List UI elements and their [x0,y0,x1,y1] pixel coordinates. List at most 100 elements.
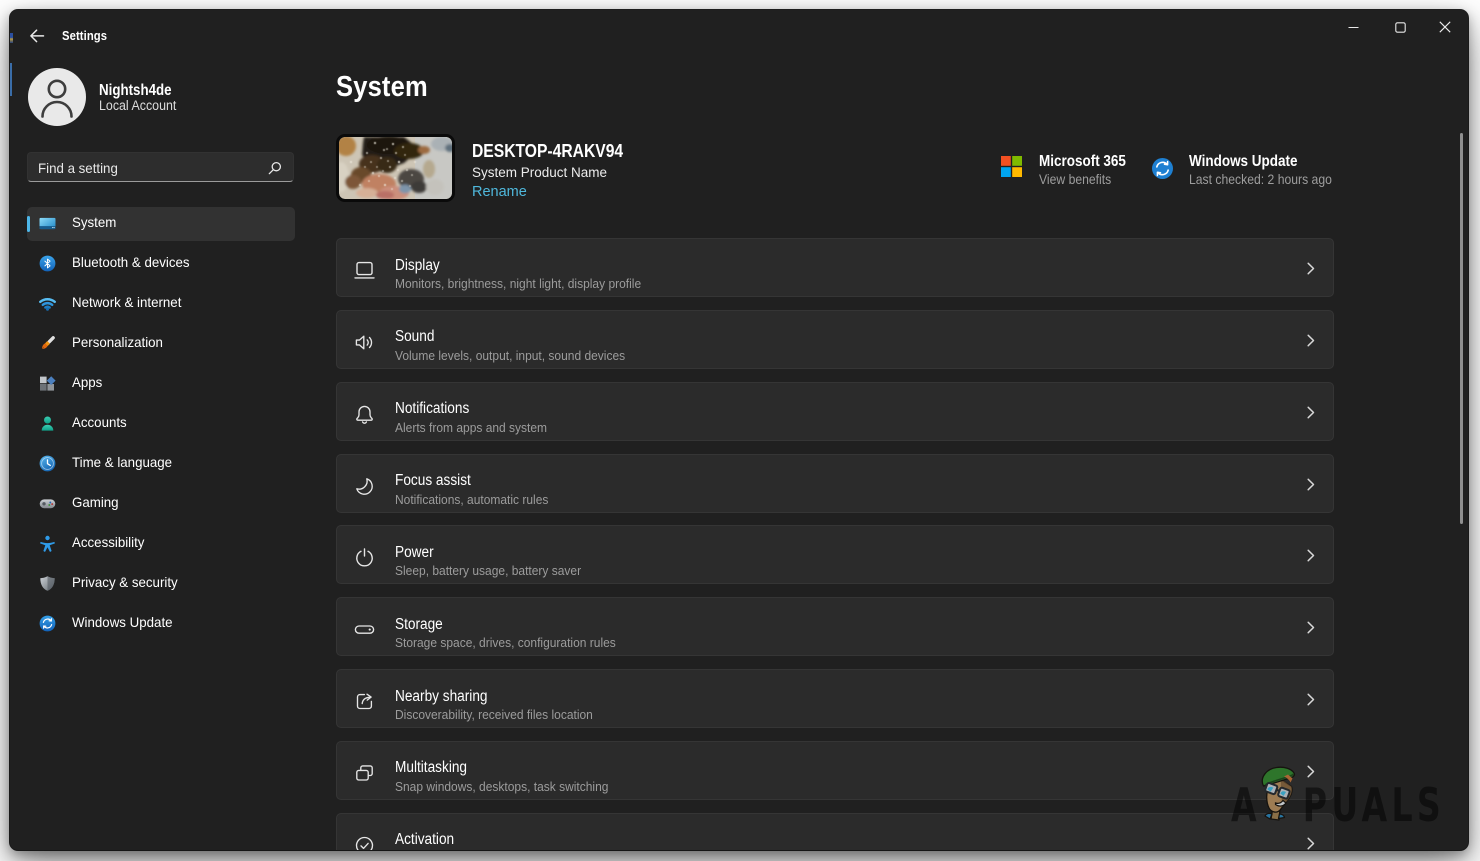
chevron-right-icon [1307,693,1315,706]
chevron-right-icon [1307,406,1315,419]
chevron-right-icon [1307,334,1315,347]
microsoft-logo [1001,156,1022,177]
window-title: Settings [62,29,107,43]
minimize-button[interactable] [1336,16,1370,38]
notifications-icon [354,404,375,425]
activation-icon [354,835,375,850]
ms365-subtitle[interactable]: View benefits [1039,171,1111,187]
card-activation[interactable]: Activation [336,813,1334,850]
apps-icon [39,375,56,392]
selected-indicator [27,216,30,232]
nearby-sharing-icon [354,691,375,712]
gaming-icon [39,495,56,512]
card-title: Activation [395,831,454,849]
device-thumbnail [336,134,455,202]
card-title: Storage [395,616,443,634]
bluetooth-icon [39,255,56,272]
card-subtitle: Monitors, brightness, night light, displ… [395,277,641,291]
ms365-title: Microsoft 365 [1039,153,1126,171]
card-nearby-sharing[interactable]: Nearby sharing Discoverability, received… [336,669,1334,728]
sidebar-item-system[interactable]: System [27,207,295,242]
back-button[interactable] [28,27,46,45]
close-icon [1439,21,1451,33]
device-name: DESKTOP-4RAKV94 [472,141,623,162]
settings-window: Settings Nightsh4de Local Account Find a… [10,10,1468,850]
card-subtitle: Alerts from apps and system [395,421,547,435]
page-title: System [336,71,428,104]
sidebar-item-bluetooth[interactable]: Bluetooth & devices [27,247,295,282]
chevron-right-icon [1307,837,1315,850]
sidebar-item-label: Time & language [72,454,172,470]
windows-update-icon [39,615,56,632]
card-title: Nearby sharing [395,688,487,706]
sidebar-item-label: Windows Update [72,614,173,630]
sidebar-item-label: Accounts [72,414,127,430]
card-title: Focus assist [395,472,471,490]
card-power[interactable]: Power Sleep, battery usage, battery save… [336,525,1334,584]
sidebar-item-apps[interactable]: Apps [27,367,295,402]
sidebar-item-label: Accessibility [72,534,144,550]
search-placeholder: Find a setting [38,160,118,176]
scrollbar-thumb[interactable] [1460,133,1463,524]
sidebar-item-label: System [72,214,116,230]
user-avatar[interactable] [28,68,86,126]
chevron-right-icon [1307,262,1315,275]
card-subtitle: Snap windows, desktops, task switching [395,780,608,794]
card-title: Multitasking [395,759,467,777]
multitasking-icon [354,763,375,784]
windows-update-badge [1152,158,1173,179]
card-title: Sound [395,328,434,346]
card-subtitle: Sleep, battery usage, battery saver [395,564,581,578]
sidebar-item-label: Apps [72,374,102,390]
sidebar-item-label: Network & internet [72,294,181,310]
person-icon [37,76,77,118]
card-subtitle: Discoverability, received files location [395,708,593,722]
card-focus-assist[interactable]: Focus assist Notifications, automatic ru… [336,454,1334,513]
card-display[interactable]: Display Monitors, brightness, night ligh… [336,238,1334,297]
card-title: Notifications [395,400,469,418]
network-icon [39,295,56,312]
card-subtitle: Storage space, drives, configuration rul… [395,636,616,650]
sidebar-item-gaming[interactable]: Gaming [27,487,295,522]
card-title: Display [395,257,440,275]
sidebar-item-accounts[interactable]: Accounts [27,407,295,442]
sidebar-item-accessibility[interactable]: Accessibility [27,527,295,562]
sidebar-item-personalization[interactable]: Personalization [27,327,295,362]
search-input[interactable]: Find a setting [27,152,294,182]
chevron-right-icon [1307,765,1315,778]
chevron-right-icon [1307,549,1315,562]
card-subtitle: Volume levels, output, input, sound devi… [395,349,625,363]
card-notifications[interactable]: Notifications Alerts from apps and syste… [336,382,1334,441]
sidebar-item-network[interactable]: Network & internet [27,287,295,322]
user-account-type: Local Account [99,98,176,114]
update-subtitle: Last checked: 2 hours ago [1189,171,1332,187]
chevron-right-icon [1307,478,1315,491]
appuals-mascot-icon [1258,765,1300,821]
sidebar-item-label: Gaming [72,494,119,510]
power-icon [354,547,375,568]
close-button[interactable] [1428,16,1462,38]
maximize-icon [1395,22,1406,33]
back-arrow-icon [28,27,46,45]
system-icon [39,215,56,232]
card-title: Power [395,544,434,562]
personalization-icon [39,335,56,352]
rename-link[interactable]: Rename [472,184,527,200]
accounts-icon [39,415,56,432]
time-language-icon [39,455,56,472]
card-subtitle: Notifications, automatic rules [395,493,548,507]
accessibility-icon [39,535,56,552]
sidebar-item-privacy-security[interactable]: Privacy & security [27,567,295,602]
sidebar-item-time-language[interactable]: Time & language [27,447,295,482]
maximize-button[interactable] [1383,16,1417,38]
background-window-edge [10,63,12,96]
card-multitasking[interactable]: Multitasking Snap windows, desktops, tas… [336,741,1334,800]
card-sound[interactable]: Sound Volume levels, output, input, soun… [336,310,1334,369]
card-storage[interactable]: Storage Storage space, drives, configura… [336,597,1334,656]
update-title: Windows Update [1189,153,1298,171]
sidebar-item-windows-update[interactable]: Windows Update [27,607,295,642]
focus-assist-icon [354,476,375,497]
sidebar-item-label: Personalization [72,334,163,350]
search-icon [268,161,282,175]
sidebar-item-label: Privacy & security [72,574,178,590]
